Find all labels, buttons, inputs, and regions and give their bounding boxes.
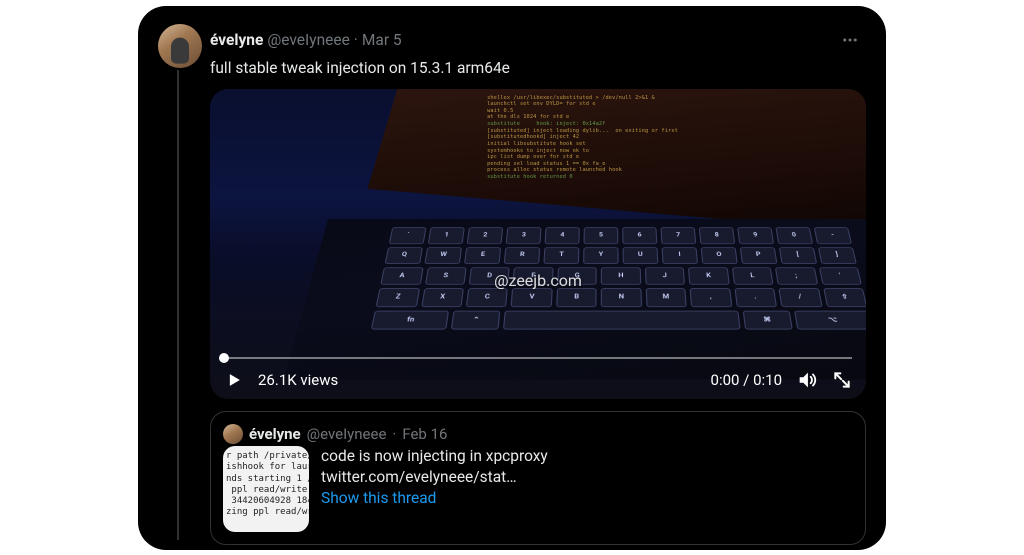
video-keyboard-deck: `1234567890-QWERTYUIOP[]ASDFGHJKL;'ZXCVB… — [284, 219, 866, 379]
quoted-header: évelyne @eveIyneee · Feb 16 — [223, 424, 853, 444]
keyboard-key: L — [732, 267, 774, 285]
quoted-author-name[interactable]: évelyne — [249, 424, 301, 444]
more-icon[interactable] — [834, 24, 866, 56]
keyboard-key: N — [601, 288, 642, 306]
keyboard-key: E — [464, 247, 501, 264]
video-controls: 26.1K views 0:00 / 0:10 — [210, 361, 866, 399]
video-player[interactable]: shellex /usr/libexec/substituted > /dev/… — [210, 89, 866, 399]
keyboard-key: X — [421, 288, 464, 306]
play-icon[interactable] — [224, 370, 244, 390]
keyboard-key: ` — [389, 227, 427, 243]
quoted-date[interactable]: Feb 16 — [402, 424, 447, 444]
quoted-separator: · — [392, 424, 396, 444]
avatar[interactable] — [158, 24, 202, 68]
keyboard-key: 2 — [467, 227, 503, 243]
quoted-media-thumb: r path /private/ ishhook for laur nds st… — [223, 446, 309, 532]
keyboard-key: ⇧ — [823, 288, 866, 306]
keyboard-key: 9 — [737, 227, 774, 243]
avatar-column — [158, 24, 210, 545]
quoted-author-handle[interactable]: @eveIyneee — [307, 424, 387, 444]
keyboard-key: Q — [385, 247, 424, 264]
fullscreen-icon[interactable] — [832, 370, 852, 390]
keyboard-key: ⌘ — [743, 310, 793, 329]
keyboard-key: ; — [775, 267, 818, 285]
keyboard-key — [503, 310, 740, 329]
tweet-card: évelyne @eveIyneee · Mar 5 full stable t… — [138, 6, 886, 550]
keyboard-key: R — [504, 247, 541, 264]
keyboard-key: , — [690, 288, 732, 306]
tweet-text: full stable tweak injection on 15.3.1 ar… — [210, 58, 866, 79]
keyboard-key: ⌥ — [794, 310, 866, 329]
quoted-text-line2: twitter.com/evelyneee/stat… — [321, 467, 548, 488]
thread-connector-line — [177, 70, 179, 540]
show-thread-link[interactable]: Show this thread — [321, 488, 548, 509]
post-date[interactable]: Mar 5 — [362, 30, 402, 51]
keyboard-key: A — [380, 267, 423, 285]
quoted-avatar[interactable] — [223, 424, 243, 444]
quoted-tweet[interactable]: évelyne @eveIyneee · Feb 16 r path /priv… — [210, 411, 866, 545]
keyboard-key: ⌃ — [451, 310, 500, 329]
keyboard-key: T — [544, 247, 580, 264]
separator: · — [354, 30, 358, 51]
keyboard-key: J — [645, 267, 686, 285]
keyboard-key: - — [814, 227, 852, 243]
keyboard-key: 8 — [699, 227, 735, 243]
keyboard-key: U — [623, 247, 659, 264]
keyboard-key: Z — [376, 288, 420, 306]
tweet-header: évelyne @eveIyneee · Mar 5 — [210, 24, 866, 56]
tweet-body: évelyne @eveIyneee · Mar 5 full stable t… — [210, 24, 866, 545]
keyboard-key: [ — [779, 247, 817, 264]
keyboard-key: 3 — [506, 227, 542, 243]
keyboard-key: . — [734, 288, 777, 306]
keyboard-key: P — [740, 247, 778, 264]
video-watermark: @zeejb.com — [494, 270, 582, 292]
keyboard-key: 4 — [545, 227, 580, 243]
keyboard-key: fn — [371, 310, 450, 329]
video-terminal-text: shellex /usr/libexec/substituted > /dev/… — [487, 95, 846, 181]
keyboard-key: S — [425, 267, 467, 285]
keyboard-key: W — [424, 247, 462, 264]
keyboard-key: 0 — [776, 227, 814, 243]
volume-icon[interactable] — [796, 369, 818, 391]
keyboard-key: 5 — [584, 227, 619, 243]
author-name[interactable]: évelyne — [210, 30, 263, 51]
keyboard-key: 1 — [428, 227, 465, 243]
keyboard-key: O — [701, 247, 738, 264]
keyboard-key: M — [646, 288, 687, 306]
keyboard-key: 6 — [622, 227, 657, 243]
keyboard-key: 7 — [661, 227, 697, 243]
video-view-count: 26.1K views — [258, 370, 338, 390]
video-laptop-screen: shellex /usr/libexec/substituted > /dev/… — [367, 89, 866, 232]
keyboard-key: H — [601, 267, 641, 285]
keyboard-key: I — [662, 247, 698, 264]
author-handle[interactable]: @eveIyneee — [267, 30, 349, 51]
keyboard-key: ' — [818, 267, 862, 285]
keyboard-key: ] — [818, 247, 857, 264]
keyboard-key: Y — [583, 247, 619, 264]
keyboard-key: / — [779, 288, 823, 306]
quoted-text-block: code is now injecting in xpcproxy twitte… — [321, 446, 548, 532]
video-scrubber[interactable] — [224, 357, 852, 359]
tweet-row: évelyne @eveIyneee · Mar 5 full stable t… — [158, 24, 866, 545]
keyboard-key: K — [688, 267, 729, 285]
video-timecode: 0:00 / 0:10 — [711, 370, 782, 390]
video-keyboard: `1234567890-QWERTYUIOP[]ASDFGHJKL;'ZXCVB… — [371, 227, 866, 329]
quoted-text-line1: code is now injecting in xpcproxy — [321, 446, 548, 467]
